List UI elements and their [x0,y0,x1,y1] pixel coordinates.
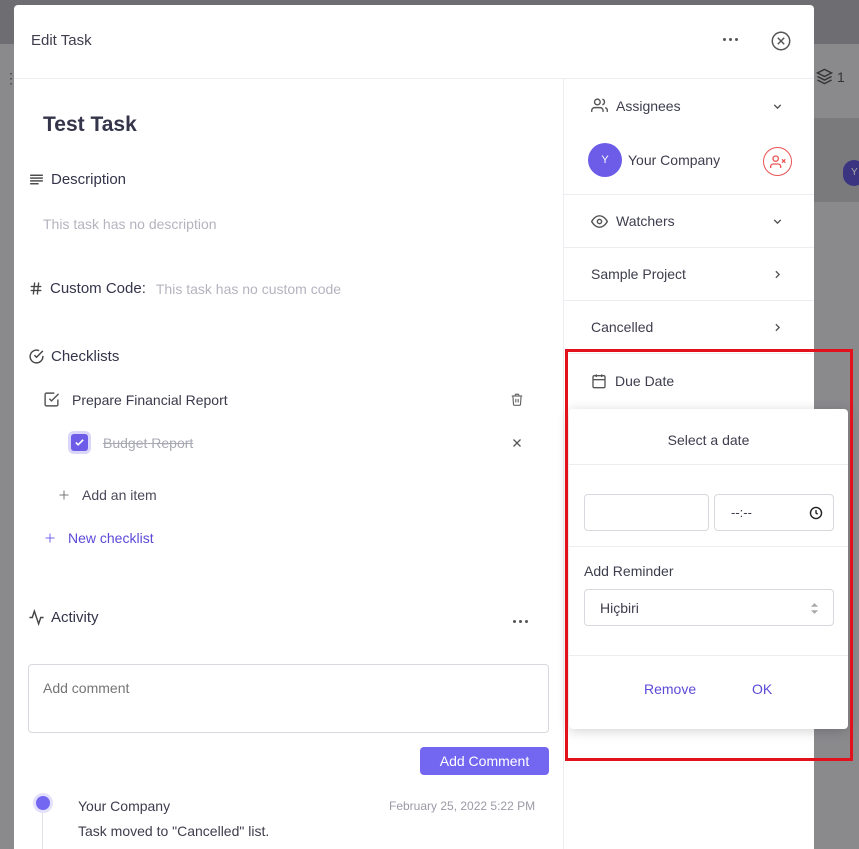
description-text[interactable]: This task has no description [43,216,217,232]
plus-icon [45,533,55,543]
timeline-dot [36,796,50,810]
chevron-down-icon[interactable] [771,100,784,113]
x-icon[interactable] [511,437,523,449]
checklist-row: Prepare Financial Report [43,391,533,408]
checklist-item: Budget Report [71,434,531,451]
checklist-item-label[interactable]: Budget Report [103,435,193,451]
timeline-line [42,813,43,849]
activity-icon [29,609,44,626]
hash-icon [30,282,42,295]
assignees-toggle[interactable]: Assignees [591,97,681,114]
activity-heading: Activity [28,609,99,626]
watchers-label: Watchers [616,213,675,229]
layers-count: 1 [837,68,845,85]
assignee-item: Y Your Company [588,143,720,177]
add-comment-button[interactable]: Add Comment [420,747,549,775]
modal-header: Edit Task [14,5,814,79]
custom-code-label: Custom Code: [50,280,146,297]
project-label: Sample Project [591,266,686,282]
description-label: Description [51,171,127,188]
checklists-heading: Checklists [28,348,119,365]
align-left-icon [30,174,43,185]
more-horizontal-icon [512,619,516,623]
task-main-panel: Test Task Description This task has no d… [14,79,563,849]
watchers-row[interactable]: Watchers [564,195,814,248]
background-layers: 1 [816,68,845,85]
activity-date: February 25, 2022 5:22 PM [389,799,536,813]
more-options-button[interactable] [718,27,742,51]
assignee-name: Your Company [628,152,721,168]
custom-code-heading: Custom Code: This task has no custom cod… [28,280,341,297]
custom-code-text[interactable]: This task has no custom code [156,281,341,297]
activity-user: Your Company [78,798,171,814]
chevron-down-icon [773,218,782,224]
watchers-toggle: Watchers [591,213,675,230]
task-title[interactable]: Test Task [43,113,137,137]
activity-text: Task moved to "Cancelled" list. [78,823,270,839]
checklist-title[interactable]: Prepare Financial Report [72,392,228,408]
comment-input[interactable] [28,664,549,733]
checklist-item-checkbox[interactable] [71,434,88,451]
add-item-button[interactable]: Add an item [58,487,157,503]
more-horizontal-icon [722,37,726,41]
list-label: Cancelled [591,319,654,335]
close-circle-icon[interactable] [770,30,792,52]
remove-assignee-button[interactable] [763,147,792,176]
background-avatar: Y [843,160,859,186]
add-item-label: Add an item [82,487,157,503]
eye-icon [591,214,608,228]
activity-label: Activity [51,609,99,626]
checkbox-square-icon [44,392,60,407]
activity-more-button[interactable] [508,609,532,633]
project-row[interactable]: Sample Project [564,248,814,301]
avatar: Y [588,143,622,177]
chevron-right-icon [775,323,781,331]
layers-icon [816,68,833,85]
list-row[interactable]: Cancelled [564,301,814,354]
checklists-label: Checklists [51,348,120,365]
users-icon [591,98,608,112]
plus-icon [59,490,69,500]
description-heading: Description [28,171,126,188]
trash-icon[interactable] [510,392,524,407]
new-checklist-label: New checklist [68,530,154,546]
user-x-icon [769,154,786,168]
assignees-label: Assignees [616,97,681,114]
highlight-box [565,349,853,761]
check-icon [75,439,84,446]
new-checklist-button[interactable]: New checklist [44,530,154,546]
assignees-section: Assignees Y Your Company [564,79,814,195]
modal-title: Edit Task [31,32,92,49]
chevron-right-icon [775,270,781,278]
check-circle-icon [29,349,44,364]
